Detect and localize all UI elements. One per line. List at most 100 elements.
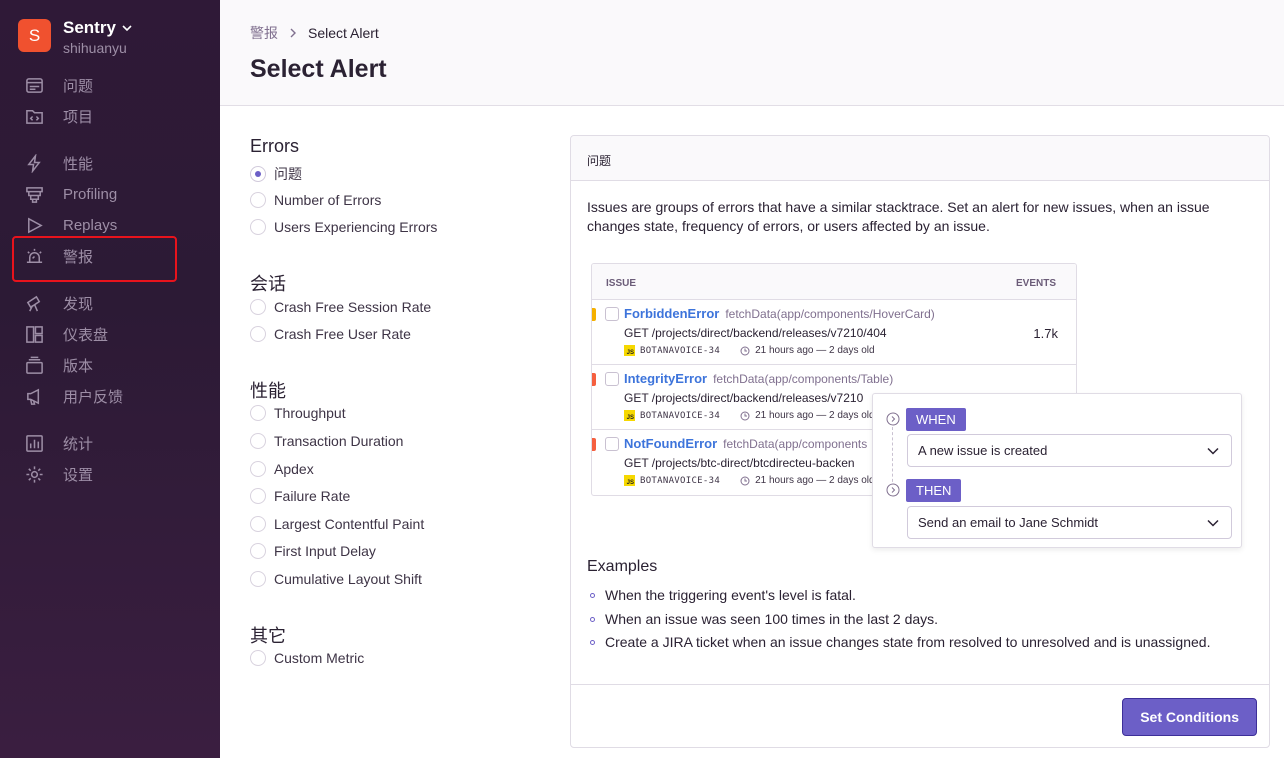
radio-button[interactable] (250, 433, 266, 449)
stats-icon (24, 433, 44, 453)
radio-button[interactable] (250, 488, 266, 504)
radio-cumulative-layout-shift[interactable]: Cumulative Layout Shift (250, 571, 422, 587)
bullet-icon (590, 593, 595, 598)
issue-message: GET /projects/btc-direct/btcdirecteu-bac… (624, 456, 855, 470)
dashboard-icon (24, 324, 44, 344)
radio-crash-free-session-rate[interactable]: Crash Free Session Rate (250, 299, 431, 315)
radio-button[interactable] (250, 405, 266, 421)
sidebar: S Sentry shihuanyu 问题 项目 性能 Profiling Re… (0, 0, 220, 758)
sidebar-item-discover[interactable]: 发现 (24, 291, 93, 315)
when-tag: WHEN (906, 408, 966, 431)
examples-title: Examples (587, 558, 658, 575)
sidebar-item-replays[interactable]: Replays (24, 213, 117, 237)
sidebar-item-feedback[interactable]: 用户反馈 (24, 384, 123, 408)
breadcrumb-alerts-link[interactable]: 警报 (250, 23, 278, 43)
sidebar-item-alerts[interactable]: 警报 (24, 244, 93, 268)
sidebar-item-label: 版本 (63, 357, 94, 375)
radio-label: Apdex (274, 461, 314, 477)
issue-location: fetchData(app/components/Table) (713, 372, 894, 386)
radio-label: First Input Delay (274, 543, 376, 559)
sidebar-item-label: 性能 (63, 155, 94, 173)
radio-issues[interactable]: 问题 (250, 164, 302, 184)
radio-users-experiencing-errors[interactable]: Users Experiencing Errors (250, 219, 437, 235)
telescope-icon (24, 293, 44, 313)
sidebar-item-profiling[interactable]: Profiling (24, 182, 117, 206)
sidebar-item-label: 用户反馈 (63, 388, 124, 406)
sidebar-item-label: 仪表盘 (63, 326, 109, 344)
group-title-sessions: 会话 (250, 274, 286, 294)
panel-description: Issues are groups of errors that have a … (587, 199, 1210, 234)
org-avatar: S (18, 19, 51, 52)
list-item: Create a JIRA ticket when an issue chang… (587, 634, 1257, 658)
radio-largest-contentful-paint[interactable]: Largest Contentful Paint (250, 516, 424, 532)
sidebar-item-dashboards[interactable]: 仪表盘 (24, 322, 108, 346)
radio-button[interactable] (250, 571, 266, 587)
issue-message: GET /projects/direct/backend/releases/v7… (624, 391, 864, 405)
issue-name: ForbiddenError (624, 306, 720, 321)
examples-list: When the triggering event's level is fat… (587, 587, 1257, 658)
sidebar-item-stats[interactable]: 统计 (24, 431, 93, 455)
issues-icon (24, 75, 44, 95)
issue-checkbox (605, 372, 619, 386)
radio-button[interactable] (250, 461, 266, 477)
radio-button[interactable] (250, 192, 266, 208)
radio-button[interactable] (250, 650, 266, 666)
radio-number-of-errors[interactable]: Number of Errors (250, 192, 381, 208)
radio-crash-free-user-rate[interactable]: Crash Free User Rate (250, 326, 411, 342)
chevron-right-icon (290, 28, 296, 38)
org-username: shihuanyu (63, 40, 127, 56)
column-header-events: EVENTS (1015, 278, 1056, 289)
radio-custom-metric[interactable]: Custom Metric (250, 650, 364, 666)
then-tag: THEN (906, 479, 962, 502)
issue-checkbox (605, 437, 619, 451)
sidebar-item-label: 问题 (63, 77, 94, 95)
clock-icon (740, 346, 750, 355)
radio-label: Users Experiencing Errors (274, 219, 438, 235)
org-name: Sentry (63, 18, 116, 37)
radio-label: Number of Errors (274, 192, 382, 208)
sidebar-item-projects[interactable]: 项目 (24, 104, 93, 128)
issue-name: NotFoundError (624, 436, 718, 451)
list-item: When an issue was seen 100 times in the … (587, 611, 1257, 635)
radio-label: Crash Free Session Rate (274, 299, 432, 315)
radio-button[interactable] (250, 543, 266, 559)
org-switcher[interactable]: S Sentry shihuanyu (18, 18, 132, 56)
sidebar-item-releases[interactable]: 版本 (24, 353, 93, 377)
panel-footer: Set Conditions (571, 684, 1269, 748)
radio-transaction-duration[interactable]: Transaction Duration (250, 433, 403, 449)
sidebar-item-performance[interactable]: 性能 (24, 151, 93, 175)
chevron-circle-icon (886, 483, 900, 497)
radio-label: Cumulative Layout Shift (274, 571, 422, 587)
table-row: ForbiddenError fetchData(app/components/H… (592, 300, 1076, 365)
radio-throughput[interactable]: Throughput (250, 405, 346, 421)
issue-name: IntegrityError (624, 371, 708, 386)
sidebar-item-issues[interactable]: 问题 (24, 73, 93, 97)
folder-code-icon (24, 106, 44, 126)
issue-checkbox (605, 307, 619, 321)
radio-button[interactable] (250, 299, 266, 315)
page-header: 警报 Select Alert Select Alert (220, 0, 1284, 106)
sidebar-item-label: 警报 (63, 248, 94, 266)
clock-icon (740, 476, 750, 485)
set-conditions-button[interactable]: Set Conditions (1122, 698, 1257, 736)
radio-apdex[interactable]: Apdex (250, 461, 314, 477)
radio-button[interactable] (250, 326, 266, 342)
siren-icon (24, 246, 44, 266)
sidebar-item-label: 项目 (63, 108, 94, 126)
sidebar-item-settings[interactable]: 设置 (24, 462, 93, 486)
radio-first-input-delay[interactable]: First Input Delay (250, 543, 376, 559)
radio-failure-rate[interactable]: Failure Rate (250, 488, 350, 504)
when-select: A new issue is created (907, 434, 1232, 467)
radio-button[interactable] (250, 166, 266, 182)
javascript-icon: JS (624, 345, 635, 356)
gear-icon (24, 464, 44, 484)
list-item: When the triggering event's level is fat… (587, 587, 1257, 611)
radio-label: Transaction Duration (274, 433, 404, 449)
javascript-icon: JS (624, 475, 635, 486)
issue-project: BOTANAVOICE-34 (640, 345, 721, 356)
radio-button[interactable] (250, 219, 266, 235)
issue-location: fetchData(app/components/HoverCard) (725, 307, 935, 321)
radio-button[interactable] (250, 516, 266, 532)
connector-line (892, 427, 893, 487)
issue-project: BOTANAVOICE-34 (640, 410, 721, 421)
